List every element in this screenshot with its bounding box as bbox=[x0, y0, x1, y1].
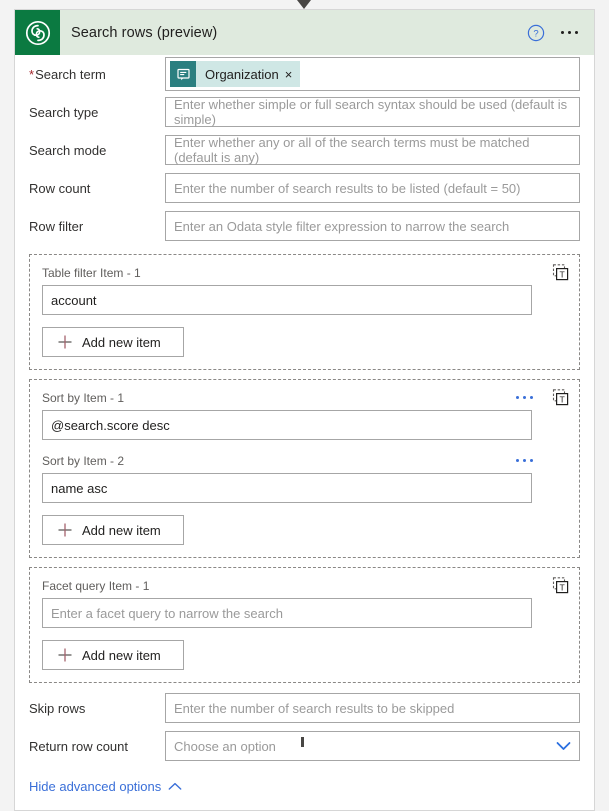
svg-text:T: T bbox=[559, 269, 565, 279]
arrow-down-icon bbox=[297, 0, 311, 9]
template-text-icon[interactable]: T bbox=[552, 389, 569, 407]
skip-rows-placeholder: Enter the number of search results to be… bbox=[174, 700, 455, 716]
row-count-placeholder: Enter the number of search results to be… bbox=[174, 180, 521, 196]
search-mode-control: Enter whether any or all of the search t… bbox=[165, 135, 580, 165]
table-filter-item-1-value: account bbox=[51, 292, 97, 308]
sort-by-add-new-item-button[interactable]: Add new item bbox=[42, 515, 184, 545]
table-filter-item-1-input[interactable]: account bbox=[42, 285, 532, 315]
table-filter-item-1-head: Table filter Item - 1 bbox=[42, 264, 567, 281]
section-sort-by: T Sort by Item - 1 @search.score desc So… bbox=[29, 379, 580, 558]
more-horizontal-icon[interactable] bbox=[559, 27, 581, 39]
chevron-down-icon[interactable] bbox=[556, 741, 571, 751]
label-return-row-count: Return row count bbox=[29, 738, 128, 754]
required-asterisk: * bbox=[29, 66, 35, 82]
sort-by-item-1-head: Sort by Item - 1 bbox=[42, 389, 567, 406]
table-filter-add-new-item-button[interactable]: Add new item bbox=[42, 327, 184, 357]
row-filter-input[interactable]: Enter an Odata style filter expression t… bbox=[165, 211, 580, 241]
search-type-control: Enter whether simple or full search synt… bbox=[165, 97, 580, 127]
facet-query-item-1-head: Facet query Item - 1 bbox=[42, 577, 567, 594]
chevron-up-icon bbox=[168, 782, 182, 790]
label-row-filter: Row filter bbox=[29, 218, 84, 234]
page-title: Search rows (preview) bbox=[71, 24, 218, 41]
field-row-row-count: Row count Enter the number of search res… bbox=[29, 169, 580, 207]
svg-text:T: T bbox=[559, 394, 565, 404]
hide-advanced-options-link[interactable]: Hide advanced options bbox=[29, 779, 182, 794]
label-skip-rows: Skip rows bbox=[29, 700, 86, 716]
connector-bottom bbox=[301, 737, 304, 747]
template-text-icon[interactable]: T bbox=[552, 577, 569, 595]
label-search-term: *Search term bbox=[29, 66, 106, 82]
table-filter-item-1-label: Table filter Item - 1 bbox=[42, 265, 141, 280]
sort-by-tools: T bbox=[552, 389, 569, 407]
entity-card-icon bbox=[170, 61, 196, 87]
plus-icon bbox=[58, 523, 72, 537]
dataverse-logo-icon bbox=[15, 10, 60, 55]
card-body: *Search term Organization × Search type … bbox=[15, 55, 594, 810]
return-row-count-control: Choose an option bbox=[165, 731, 580, 761]
label-row-count: Row count bbox=[29, 180, 91, 196]
sort-by-item-2-more-icon[interactable] bbox=[514, 455, 536, 467]
sort-by-add-label: Add new item bbox=[82, 522, 161, 538]
facet-query-item-1-placeholder: Enter a facet query to narrow the search bbox=[51, 605, 283, 621]
action-card: Search rows (preview) ? *Search term Org… bbox=[14, 9, 595, 811]
sort-by-item-1-label: Sort by Item - 1 bbox=[42, 390, 125, 405]
facet-query-item-1-label: Facet query Item - 1 bbox=[42, 578, 150, 593]
facet-query-add-new-item-button[interactable]: Add new item bbox=[42, 640, 184, 670]
token-label: Organization bbox=[205, 66, 279, 82]
field-row-skip-rows: Skip rows Enter the number of search res… bbox=[29, 689, 580, 727]
field-row-search-mode: Search mode Enter whether any or all of … bbox=[29, 131, 580, 169]
skip-rows-control: Enter the number of search results to be… bbox=[165, 693, 580, 723]
facet-query-item-1-input[interactable]: Enter a facet query to narrow the search bbox=[42, 598, 532, 628]
search-term-input[interactable]: Organization × bbox=[165, 57, 580, 91]
section-table-filter: T Table filter Item - 1 account Add new … bbox=[29, 254, 580, 370]
search-type-placeholder: Enter whether simple or full search synt… bbox=[174, 97, 568, 127]
return-row-count-dropdown[interactable]: Choose an option bbox=[165, 731, 580, 761]
plus-icon bbox=[58, 648, 72, 662]
field-row-row-filter: Row filter Enter an Odata style filter e… bbox=[29, 207, 580, 245]
facet-query-add-label: Add new item bbox=[82, 647, 161, 663]
row-filter-placeholder: Enter an Odata style filter expression t… bbox=[174, 218, 510, 234]
search-mode-input[interactable]: Enter whether any or all of the search t… bbox=[165, 135, 580, 165]
plus-icon bbox=[58, 335, 72, 349]
search-term-control: Organization × bbox=[165, 57, 580, 91]
card-header[interactable]: Search rows (preview) ? bbox=[15, 10, 594, 55]
sort-by-item-2: Sort by Item - 2 name asc bbox=[42, 452, 567, 503]
sort-by-item-1-input[interactable]: @search.score desc bbox=[42, 410, 532, 440]
table-filter-add-label: Add new item bbox=[82, 334, 161, 350]
field-row-return-row-count: Return row count Choose an option bbox=[29, 727, 580, 765]
sort-by-item-2-input[interactable]: name asc bbox=[42, 473, 532, 503]
hide-advanced-options-label: Hide advanced options bbox=[29, 779, 162, 794]
section-facet-query: T Facet query Item - 1 Enter a facet que… bbox=[29, 567, 580, 683]
row-count-control: Enter the number of search results to be… bbox=[165, 173, 580, 203]
label-search-type: Search type bbox=[29, 104, 99, 120]
sort-by-item-1-value: @search.score desc bbox=[51, 417, 170, 433]
svg-text:T: T bbox=[559, 582, 565, 592]
search-type-input[interactable]: Enter whether simple or full search synt… bbox=[165, 97, 580, 127]
sort-by-item-2-actions bbox=[514, 455, 568, 467]
table-filter-tools: T bbox=[552, 264, 569, 282]
token-remove-icon[interactable]: × bbox=[285, 68, 301, 81]
sort-by-item-1: Sort by Item - 1 @search.score desc bbox=[42, 389, 567, 440]
token-organization[interactable]: Organization × bbox=[170, 61, 301, 87]
sort-by-item-2-label: Sort by Item - 2 bbox=[42, 453, 125, 468]
template-text-icon[interactable]: T bbox=[552, 264, 569, 282]
facet-query-item-1: Facet query Item - 1 Enter a facet query… bbox=[42, 577, 567, 628]
table-filter-item-1: Table filter Item - 1 account bbox=[42, 264, 567, 315]
skip-rows-input[interactable]: Enter the number of search results to be… bbox=[165, 693, 580, 723]
svg-text:?: ? bbox=[533, 28, 538, 39]
row-count-input[interactable]: Enter the number of search results to be… bbox=[165, 173, 580, 203]
field-row-search-type: Search type Enter whether simple or full… bbox=[29, 93, 580, 131]
sort-by-item-2-head: Sort by Item - 2 bbox=[42, 452, 567, 469]
sort-by-item-1-more-icon[interactable] bbox=[514, 392, 536, 404]
field-row-search-term: *Search term Organization × bbox=[29, 55, 580, 93]
help-circle-icon[interactable]: ? bbox=[527, 24, 545, 42]
row-filter-control: Enter an Odata style filter expression t… bbox=[165, 211, 580, 241]
facet-query-tools: T bbox=[552, 577, 569, 595]
sort-by-item-2-value: name asc bbox=[51, 480, 108, 496]
label-search-mode: Search mode bbox=[29, 142, 107, 158]
search-mode-placeholder: Enter whether any or all of the search t… bbox=[174, 135, 530, 165]
header-actions: ? bbox=[527, 24, 595, 42]
sort-by-items-spacer bbox=[42, 440, 567, 452]
return-row-count-placeholder: Choose an option bbox=[174, 738, 276, 754]
